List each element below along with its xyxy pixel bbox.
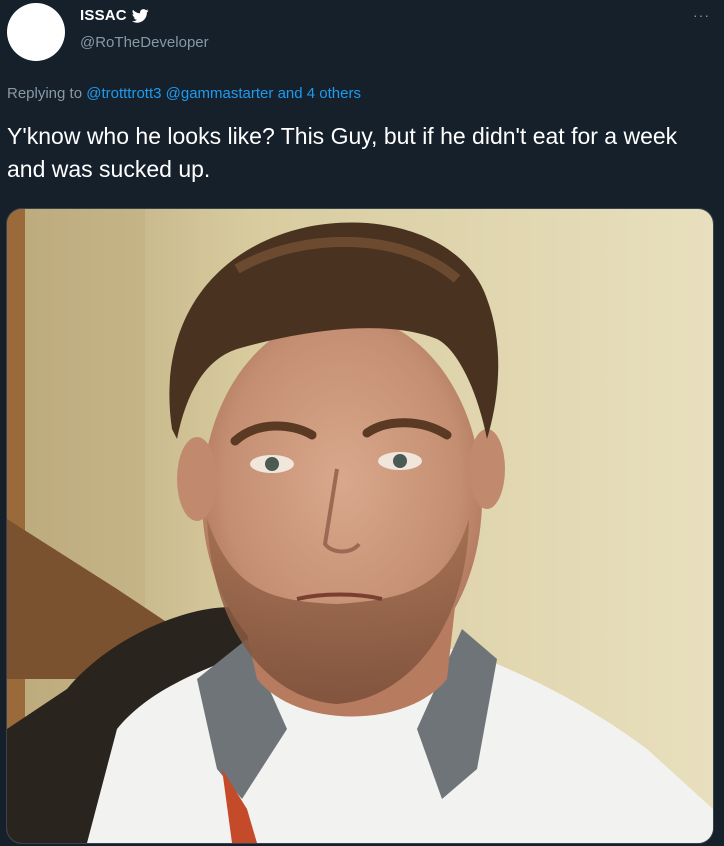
author-handle[interactable]: @RoTheDeveloper bbox=[80, 34, 209, 51]
twitter-bird-icon bbox=[131, 8, 149, 23]
tweet-text: Y'know who he looks like? This Guy, but … bbox=[7, 123, 678, 182]
replying-to-line: Replying to @trotttrott3 @gammastarter a… bbox=[7, 85, 361, 102]
display-name[interactable]: ISSAC bbox=[80, 7, 127, 24]
tweet-photo[interactable] bbox=[6, 208, 714, 844]
mention-gammastarter[interactable]: @gammastarter bbox=[166, 85, 274, 102]
more-dots-icon[interactable]: ··· bbox=[693, 8, 710, 22]
tweet: ISSAC @RoTheDeveloper ··· Replying to @t… bbox=[0, 0, 724, 846]
author-name-row[interactable]: ISSAC bbox=[80, 7, 149, 24]
avatar[interactable] bbox=[7, 3, 65, 61]
reply-connector[interactable]: and bbox=[278, 85, 303, 102]
replying-prefix: Replying to bbox=[7, 85, 83, 102]
mention-trotttrott3[interactable]: @trotttrott3 bbox=[86, 85, 161, 102]
mention-others-link[interactable]: 4 others bbox=[307, 85, 361, 102]
photo-portrait-image bbox=[7, 209, 713, 843]
